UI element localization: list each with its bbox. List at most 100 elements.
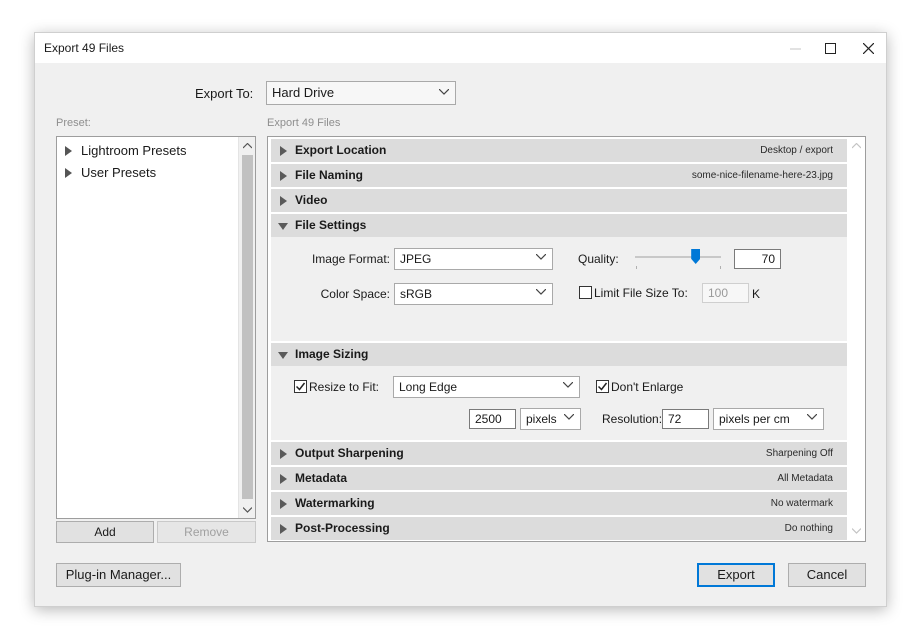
export-to-select[interactable]: Hard Drive — [266, 81, 456, 105]
resize-to-fit-label: Resize to Fit: — [309, 380, 380, 394]
checkmark-icon — [598, 382, 607, 391]
triangle-right-icon — [280, 171, 287, 181]
panel-label: Export 49 Files — [267, 117, 341, 129]
scroll-up-icon[interactable] — [243, 143, 252, 149]
image-format-value: JPEG — [400, 252, 432, 266]
maximize-button[interactable] — [811, 33, 849, 63]
resolution-input[interactable]: 72 — [662, 409, 709, 429]
scroll-down-icon[interactable] — [243, 507, 252, 513]
section-file-naming[interactable]: File Naming some-nice-filename-here-23.j… — [271, 164, 847, 187]
file-settings-body: Image Format: JPEG Quality: 70 Color Spa… — [271, 237, 847, 341]
section-file-settings[interactable]: File Settings — [271, 214, 847, 237]
cancel-button[interactable]: Cancel — [788, 563, 866, 587]
export-to-label: Export To: — [195, 86, 254, 101]
resize-mode-value: Long Edge — [399, 380, 458, 394]
triangle-right-icon — [280, 196, 287, 206]
section-image-sizing[interactable]: Image Sizing — [271, 343, 847, 366]
triangle-right-icon — [280, 524, 287, 534]
section-post-processing[interactable]: Post-Processing Do nothing — [271, 517, 847, 540]
quality-label: Quality: — [578, 252, 619, 266]
size-unit-value: pixels — [526, 412, 557, 426]
chevron-down-icon — [439, 89, 449, 95]
image-format-select[interactable]: JPEG — [394, 248, 553, 270]
size-value-input[interactable]: 2500 — [469, 409, 516, 429]
section-metadata[interactable]: Metadata All Metadata — [271, 467, 847, 490]
maximize-icon — [824, 42, 836, 54]
chevron-down-icon — [807, 414, 817, 420]
minimize-button[interactable] — [776, 33, 814, 63]
window-title: Export 49 Files — [44, 41, 125, 55]
section-watermarking[interactable]: Watermarking No watermark — [271, 492, 847, 515]
scroll-up-icon[interactable] — [852, 143, 861, 149]
chevron-down-icon — [564, 414, 574, 420]
section-title: File Naming — [295, 168, 364, 182]
limit-file-size-unit: K — [752, 287, 761, 301]
add-preset-button[interactable]: Add — [56, 521, 154, 543]
resolution-unit-select[interactable]: pixels per cm — [713, 408, 824, 430]
slider-tick — [720, 266, 721, 269]
close-button[interactable] — [849, 33, 887, 63]
quality-slider-track — [635, 256, 721, 258]
preset-list[interactable]: Lightroom Presets User Presets — [56, 136, 256, 519]
minimize-icon — [789, 48, 801, 49]
quality-input[interactable]: 70 — [734, 249, 781, 269]
remove-preset-button[interactable]: Remove — [157, 521, 256, 543]
section-title: Post-Processing — [295, 521, 390, 535]
section-summary: Sharpening Off — [765, 448, 833, 459]
preset-label: Preset: — [56, 117, 91, 129]
section-title: Metadata — [295, 471, 348, 485]
resolution-label: Resolution: — [602, 412, 663, 426]
export-settings-panel: Export Location Desktop / export File Na… — [267, 136, 866, 542]
preset-folder-label: User Presets — [81, 165, 157, 180]
preset-folder-lightroom[interactable]: Lightroom Presets — [65, 143, 187, 158]
triangle-right-icon — [65, 167, 72, 178]
section-title: Video — [295, 193, 328, 207]
scroll-down-icon[interactable] — [852, 528, 861, 534]
triangle-right-icon — [65, 145, 72, 156]
resize-mode-select[interactable]: Long Edge — [393, 376, 580, 398]
section-output-sharpening[interactable]: Output Sharpening Sharpening Off — [271, 442, 847, 465]
section-title: Watermarking — [295, 496, 375, 510]
section-export-location[interactable]: Export Location Desktop / export — [271, 139, 847, 162]
triangle-right-icon — [280, 474, 287, 484]
quality-slider[interactable] — [635, 247, 723, 271]
resize-to-fit-checkbox[interactable] — [294, 380, 307, 393]
limit-file-size-input[interactable]: 100 — [702, 283, 749, 303]
section-summary: Desktop / export — [760, 145, 833, 156]
image-sizing-body: Resize to Fit: Long Edge Don't Enlarge 2… — [271, 366, 847, 440]
triangle-right-icon — [280, 499, 287, 509]
chevron-down-icon — [536, 289, 546, 295]
settings-scrollbar[interactable] — [848, 137, 865, 541]
export-to-value: Hard Drive — [272, 85, 335, 100]
plugin-manager-button[interactable]: Plug-in Manager... — [56, 563, 181, 587]
section-summary: All Metadata — [777, 473, 833, 484]
color-space-value: sRGB — [400, 287, 433, 301]
size-unit-select[interactable]: pixels — [520, 408, 581, 430]
triangle-down-icon — [278, 223, 288, 230]
title-bar: Export 49 Files — [35, 33, 886, 63]
chevron-down-icon — [536, 254, 546, 260]
section-summary: some-nice-filename-here-23.jpg — [691, 170, 833, 181]
triangle-right-icon — [280, 146, 287, 156]
dont-enlarge-checkbox[interactable] — [596, 380, 609, 393]
color-space-select[interactable]: sRGB — [394, 283, 553, 305]
quality-slider-thumb[interactable] — [691, 249, 701, 264]
preset-scroll-thumb[interactable] — [242, 155, 253, 499]
triangle-right-icon — [280, 449, 287, 459]
section-title: Output Sharpening — [295, 446, 404, 460]
section-summary: No watermark — [770, 498, 833, 509]
dont-enlarge-label: Don't Enlarge — [611, 380, 684, 394]
preset-scrollbar[interactable] — [238, 137, 255, 518]
section-video[interactable]: Video — [271, 189, 847, 212]
checkmark-icon — [296, 382, 305, 391]
color-space-label: Color Space: — [320, 287, 390, 301]
section-title: Image Sizing — [295, 347, 369, 361]
chevron-down-icon — [563, 382, 573, 388]
slider-tick — [636, 266, 637, 269]
preset-folder-user[interactable]: User Presets — [65, 165, 156, 180]
limit-file-size-label: Limit File Size To: — [594, 286, 688, 300]
export-dialog: Export 49 Files Export To: Hard Drive Pr… — [34, 32, 887, 607]
limit-file-size-checkbox[interactable] — [579, 286, 592, 299]
close-icon — [862, 42, 874, 54]
export-button[interactable]: Export — [697, 563, 775, 587]
